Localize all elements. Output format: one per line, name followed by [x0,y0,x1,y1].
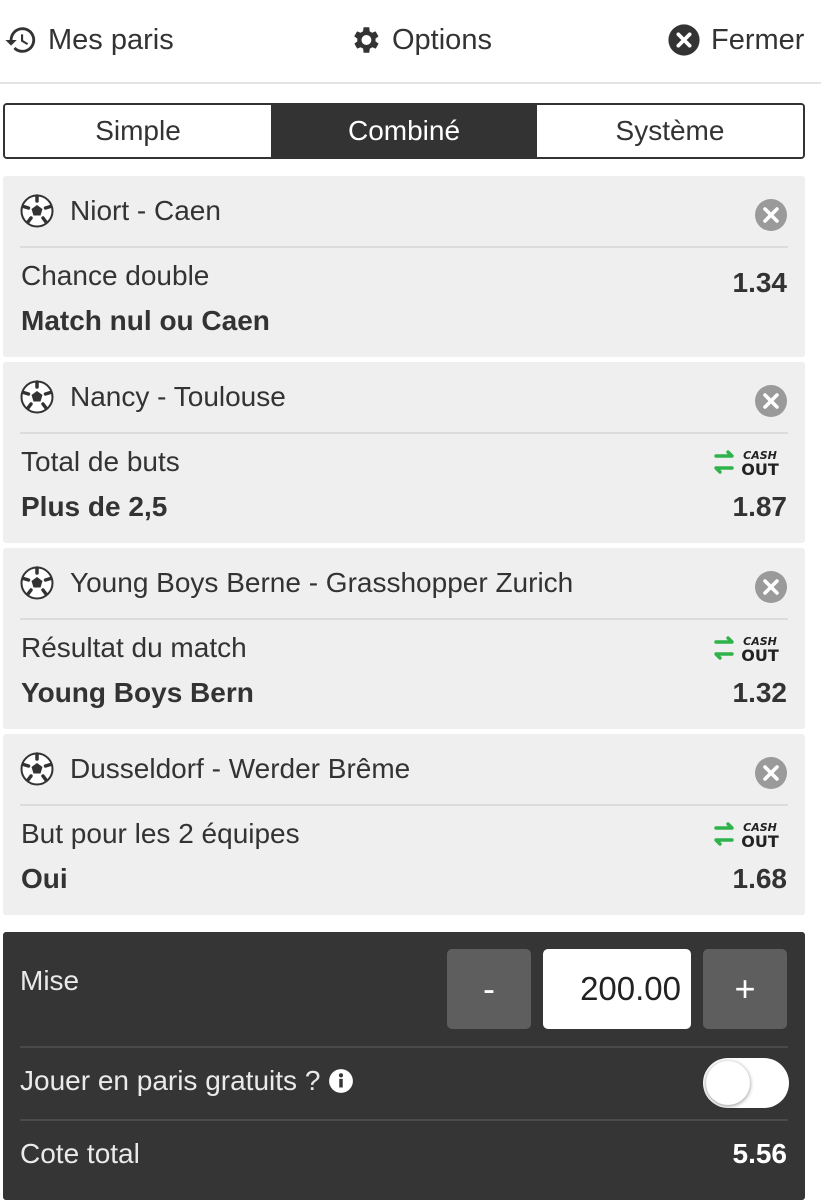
bet-odds: 1.68 [732,863,788,894]
free-bets-label: Jouer en paris gratuits ? [20,1065,321,1096]
divider [20,804,788,806]
bet-card: Nancy - Toulouse Total de buts CASH OUT … [3,362,805,543]
tab-simple[interactable]: Simple [5,105,271,157]
decrease-stake-button[interactable]: - [447,949,531,1029]
bet-odds: 1.87 [732,491,788,522]
options-label: Options [392,23,492,56]
svg-text:OUT: OUT [741,832,779,849]
free-bets-toggle[interactable] [703,1058,789,1108]
history-icon [5,27,36,53]
close-circle-icon [668,24,700,56]
cashout-icon: CASH OUT [714,635,779,663]
stake-panel: Mise - + Jouer en paris gratuits ? Cote … [3,932,805,1200]
market-name: Total de buts [21,446,180,477]
match-name: Nancy - Toulouse [70,381,286,412]
market-name: Chance double [21,260,210,291]
cashout-icon: CASH OUT [714,449,779,477]
tab-combine[interactable]: Combiné [271,105,537,157]
bet-odds: 1.34 [732,267,788,298]
remove-bet-icon[interactable] [754,570,788,604]
selection-name: Match nul ou Caen [21,305,270,336]
soccer-ball-icon [20,566,54,600]
tab-systeme[interactable]: Système [537,105,803,157]
bet-type-tabs: Simple Combiné Système [3,103,805,159]
close-label: Fermer [711,23,805,56]
toggle-knob [706,1061,750,1105]
total-odds-value: 5.56 [732,1138,788,1169]
bet-card: Niort - Caen Chance double 1.34 Match nu… [3,176,805,357]
free-bets-row: Jouer en paris gratuits ? [20,1065,354,1097]
options-button[interactable]: Options [348,18,492,62]
selection-name: Plus de 2,5 [21,491,168,522]
remove-bet-icon[interactable] [754,384,788,418]
divider [20,246,788,248]
soccer-ball-icon [20,380,54,414]
svg-text:OUT: OUT [741,646,779,663]
total-odds-label: Cote total [20,1138,140,1169]
my-bets-button[interactable]: Mes paris [4,18,174,62]
stake-input[interactable] [543,949,691,1029]
selection-name: Oui [21,863,68,894]
divider [20,1119,788,1121]
cashout-icon: CASH OUT [714,821,779,849]
market-name: But pour les 2 équipes [21,818,300,849]
divider [20,432,788,434]
remove-bet-icon[interactable] [754,198,788,232]
divider [20,1046,788,1048]
soccer-ball-icon [20,752,54,786]
info-icon[interactable] [328,1068,354,1094]
remove-bet-icon[interactable] [754,756,788,790]
soccer-ball-icon [20,194,54,228]
stake-label: Mise [20,965,80,996]
selection-name: Young Boys Bern [21,677,254,708]
my-bets-label: Mes paris [48,23,174,56]
bet-odds: 1.32 [732,677,788,708]
bet-slip-header: Mes paris Options Fermer [0,0,821,84]
match-name: Niort - Caen [70,195,221,226]
match-name: Dusseldorf - Werder Brême [70,753,411,784]
close-button[interactable]: Fermer [667,18,804,62]
divider [20,618,788,620]
bet-card: Young Boys Berne - Grasshopper Zurich Ré… [3,548,805,729]
gear-icon [354,27,379,53]
increase-stake-button[interactable]: + [703,949,787,1029]
svg-text:OUT: OUT [741,460,779,477]
market-name: Résultat du match [21,632,247,663]
match-name: Young Boys Berne - Grasshopper Zurich [70,567,574,598]
bet-card: Dusseldorf - Werder Brême But pour les 2… [3,734,805,915]
